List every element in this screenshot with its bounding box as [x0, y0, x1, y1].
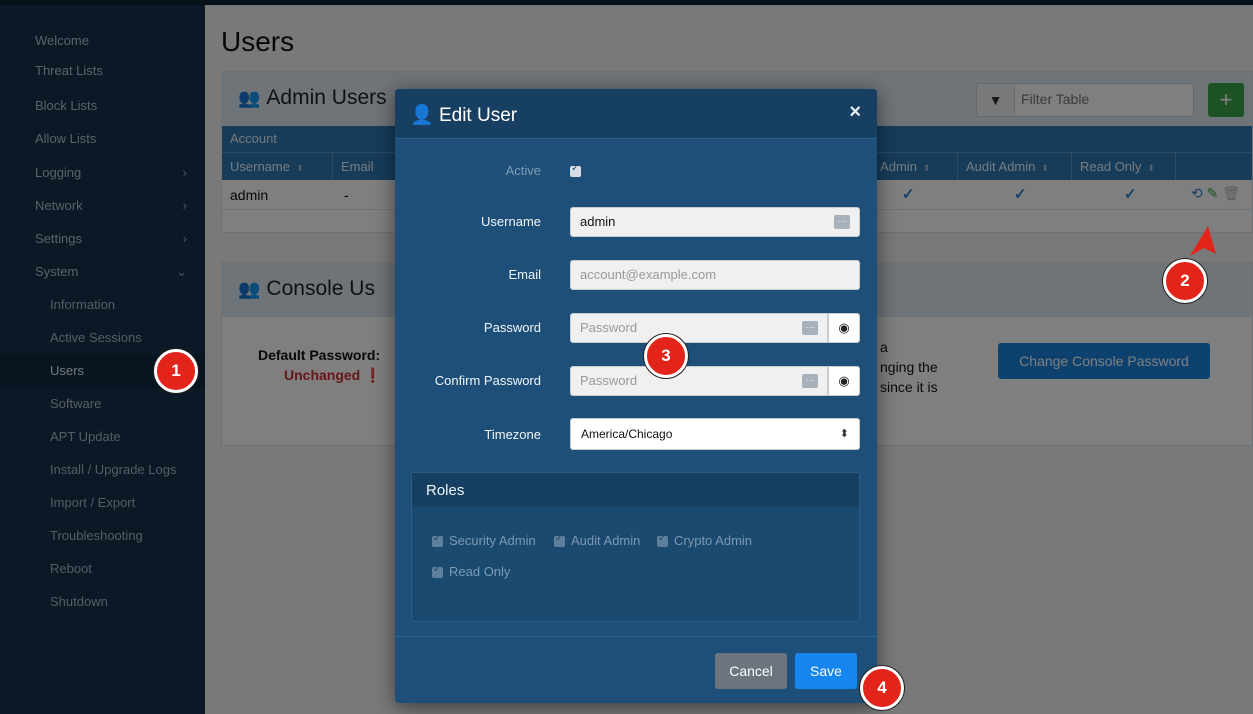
password-manager-icon[interactable]: ··· [834, 215, 850, 229]
username-input[interactable]: admin ··· [570, 207, 860, 237]
step-marker-1: 1 [154, 349, 198, 393]
role-label: Read Only [449, 564, 511, 579]
password-placeholder: Password [580, 320, 638, 335]
save-button[interactable]: Save [795, 653, 857, 689]
roles-header: Roles [412, 473, 859, 507]
role-read-only[interactable]: Read Only [432, 564, 510, 579]
role-label: Security Admin [449, 533, 536, 548]
email-input[interactable]: account@example.com [570, 260, 860, 290]
password-manager-icon[interactable]: ··· [802, 374, 818, 388]
red-arrow-icon [1190, 226, 1216, 256]
role-security-admin[interactable]: Security Admin [432, 533, 536, 548]
username-label: Username [481, 214, 541, 229]
password-label: Password [483, 320, 541, 335]
checkbox-checked-icon [432, 564, 443, 579]
confirm-password-input[interactable]: Password ··· [570, 366, 828, 396]
show-password-eye-icon[interactable]: ◉ [828, 313, 860, 343]
timezone-label: Timezone [484, 427, 541, 442]
roles-title: Roles [426, 482, 465, 499]
timezone-value: America/Chicago [581, 427, 673, 441]
step-marker-3: 3 [644, 334, 688, 378]
email-label: Email [508, 267, 541, 282]
confirm-password-placeholder: Password [580, 373, 638, 388]
active-checkbox[interactable] [570, 163, 581, 181]
checkbox-checked-icon [432, 533, 443, 548]
checkbox-checked-icon [570, 163, 581, 178]
user-icon: 👤 [410, 105, 434, 126]
role-crypto-admin[interactable]: Crypto Admin [657, 533, 752, 548]
password-manager-icon[interactable]: ··· [802, 321, 818, 335]
step-marker-2: 2 [1163, 259, 1207, 303]
role-label: Audit Admin [571, 533, 641, 548]
active-label: Active [505, 163, 541, 178]
close-button[interactable]: × [849, 101, 861, 124]
show-confirm-password-eye-icon[interactable]: ◉ [828, 366, 860, 396]
modal-header: 👤 Edit User × [395, 89, 877, 139]
roles-panel: Roles Security Admin Audit Admin Crypto … [411, 472, 860, 622]
step-marker-4: 4 [860, 666, 904, 710]
confirm-password-label: Confirm Password [434, 373, 541, 388]
modal-title-text: Edit User [438, 105, 518, 126]
checkbox-checked-icon [657, 533, 668, 548]
role-label: Crypto Admin [674, 533, 753, 548]
edit-user-modal: 👤 Edit User × Active Username admin ··· E… [395, 89, 877, 703]
cancel-button[interactable]: Cancel [715, 653, 787, 689]
select-caret-icon: ⬍ [839, 428, 849, 440]
email-placeholder: account@example.com [580, 267, 717, 282]
password-input[interactable]: Password ··· [570, 313, 828, 343]
modal-footer: Cancel Save [395, 636, 877, 703]
username-value: admin [580, 214, 616, 229]
checkbox-checked-icon [554, 533, 565, 548]
timezone-select[interactable]: America/Chicago ⬍ [570, 418, 860, 450]
role-audit-admin[interactable]: Audit Admin [554, 533, 640, 548]
modal-title: 👤 Edit User [410, 103, 517, 127]
